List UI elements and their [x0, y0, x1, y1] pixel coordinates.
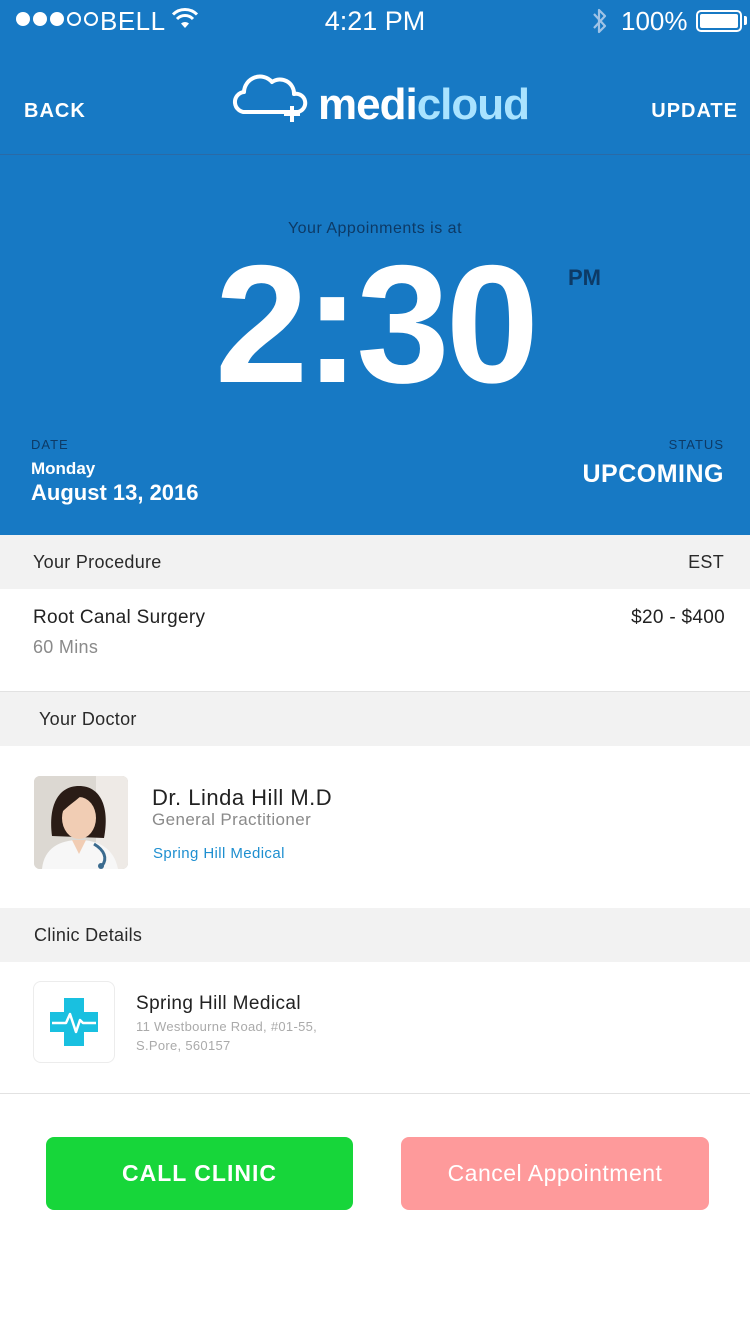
doctor-section-title: Your Doctor	[39, 709, 137, 729]
appointment-ampm: PM	[568, 265, 601, 290]
procedure-price: $20 - $400	[631, 607, 725, 628]
divider	[0, 1093, 750, 1094]
cancel-appointment-button[interactable]: Cancel Appointment	[401, 1137, 709, 1210]
clinic-name: Spring Hill Medical	[136, 993, 301, 1014]
doctor-clinic-link[interactable]: Spring Hill Medical	[153, 845, 285, 862]
date-label: DATE	[31, 437, 69, 452]
procedure-section-title: Your Procedure	[33, 552, 162, 572]
bluetooth-icon	[593, 8, 607, 34]
doctor-avatar[interactable]	[34, 776, 128, 869]
call-clinic-button[interactable]: CALL CLINIC	[46, 1137, 353, 1210]
doctor-specialty: General Practitioner	[152, 810, 312, 829]
procedure-name: Root Canal Surgery	[33, 607, 206, 628]
battery-percentage: 100%	[621, 6, 688, 36]
doctor-section-header: Your Doctor	[0, 692, 750, 746]
appointment-header: BELL 4:21 PM 100% BACK medicloud UPDATE …	[0, 0, 750, 535]
cloud-plus-icon	[233, 74, 308, 122]
logo-text-cloud: cloud	[416, 80, 530, 129]
appointment-date: August 13, 2016	[31, 480, 199, 505]
medical-cross-icon	[50, 998, 98, 1046]
back-button[interactable]: BACK	[24, 100, 86, 123]
clinic-logo	[33, 981, 115, 1063]
doctor-photo	[34, 776, 128, 869]
appointment-time: 2:30	[214, 230, 539, 418]
clinic-section-title: Clinic Details	[34, 925, 143, 945]
status-bar: BELL 4:21 PM 100%	[0, 0, 750, 40]
est-label: EST	[688, 552, 724, 572]
update-button[interactable]: UPDATE	[651, 100, 738, 123]
navigation-bar: BACK medicloud UPDATE	[0, 40, 750, 155]
procedure-duration: 60 Mins	[33, 637, 99, 657]
clinic-address-line2: S.Pore, 560157	[136, 1038, 231, 1053]
logo-text-medi: medi	[318, 80, 418, 129]
clinic-section-header: Clinic Details	[0, 908, 750, 962]
clinic-address-line1: 11 Westbourne Road, #01-55,	[136, 1019, 318, 1034]
doctor-name: Dr. Linda Hill M.D	[152, 785, 333, 810]
status-badge: UPCOMING	[582, 460, 724, 488]
battery-icon	[696, 10, 742, 32]
medicloud-logo: medicloud	[232, 72, 530, 129]
procedure-section-header: Your Procedure EST	[0, 535, 750, 589]
status-label: STATUS	[668, 437, 724, 452]
appointment-day: Monday	[31, 459, 96, 478]
